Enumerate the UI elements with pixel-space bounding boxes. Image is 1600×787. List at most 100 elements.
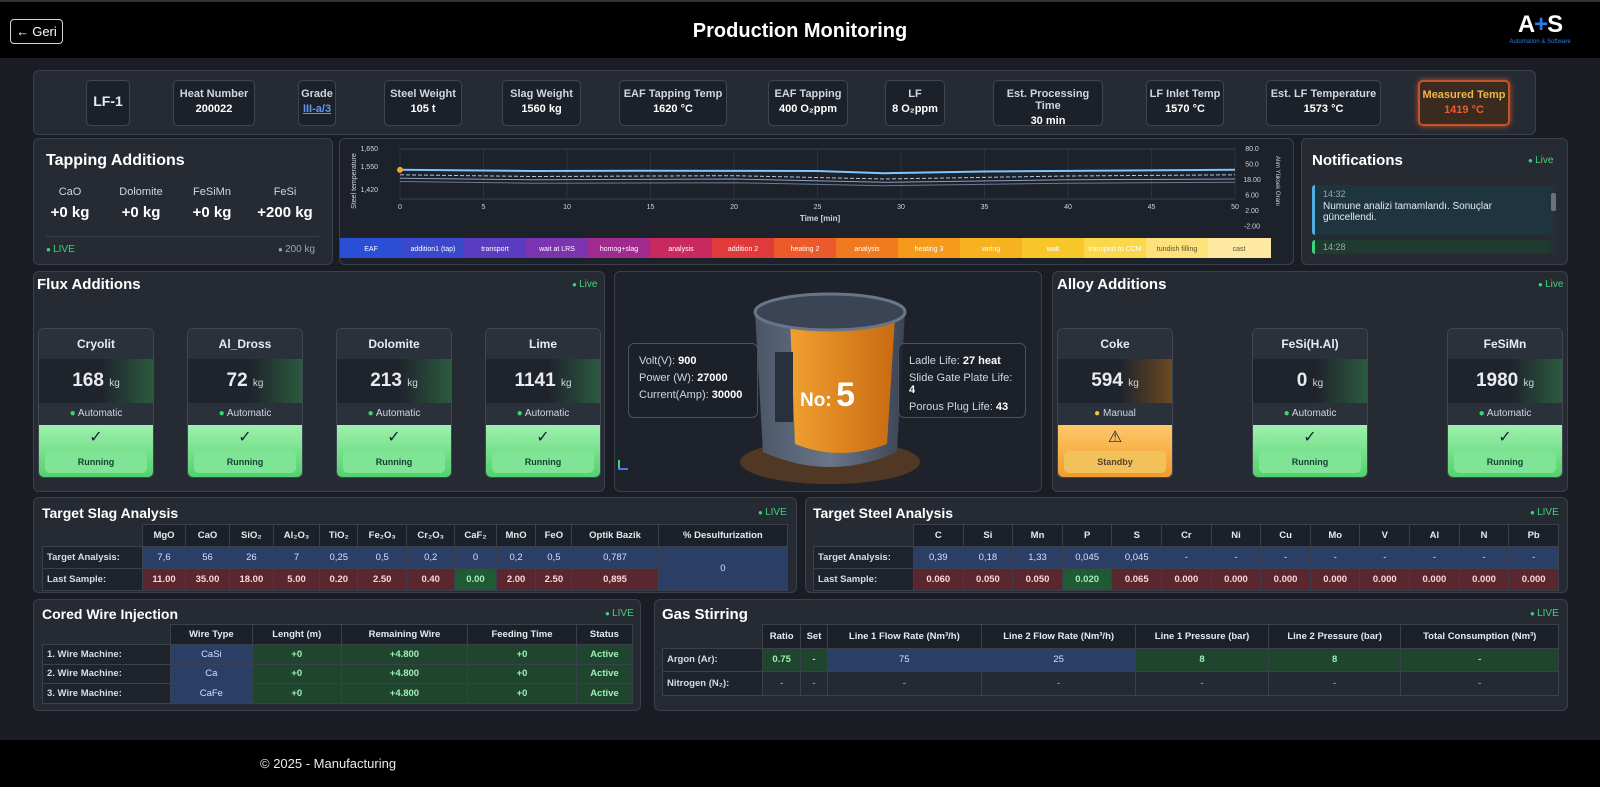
card-status-button[interactable]: Running	[1454, 451, 1556, 473]
notifications-scrollbar[interactable]	[1551, 185, 1556, 255]
status-dot-icon: ●	[1094, 408, 1103, 419]
table-cell: 26	[228, 546, 274, 569]
column-header: Line 2 Pressure (bar)	[1267, 624, 1402, 649]
stat-label: CaO	[58, 186, 82, 198]
card-status-button[interactable]: Running	[194, 451, 296, 473]
param-label: Ladle Life:	[909, 355, 960, 367]
card-amount: 213 kg	[337, 359, 451, 403]
table-cell: 8	[1267, 647, 1402, 673]
info-chip-steel-weight: Steel Weight 105 t	[384, 80, 462, 126]
card-status-button[interactable]: Running	[343, 451, 445, 473]
y-tick-label: 1,650	[360, 146, 378, 153]
table-row: Argon (Ar): 0.75-75 25 8 8-	[662, 647, 1559, 673]
x-tick-label: 30	[897, 204, 905, 211]
table-cell: +0	[467, 643, 577, 665]
chip-label: Est. LF Temperature	[1270, 88, 1377, 100]
column-header: SiO₂	[228, 524, 274, 547]
table-cell: 0,5	[357, 546, 408, 569]
x-tick-label: 0	[398, 204, 402, 211]
tapping-item: Dolomite +0 kg	[113, 186, 169, 221]
slag-title: Target Slag Analysis	[42, 505, 179, 521]
chip-value[interactable]: III-a/3	[299, 103, 335, 115]
card-mode: ● Automatic	[39, 403, 153, 425]
status-dot-icon: ●	[69, 408, 78, 419]
table-cell: 0.75	[761, 647, 802, 673]
tapping-item: FeSi +200 kg	[255, 186, 315, 221]
card-amount-value: 0	[1296, 370, 1308, 391]
furnace-param: Current(Amp): 30000	[639, 389, 747, 401]
stat-label: FeSi	[273, 186, 297, 198]
column-header: N	[1458, 524, 1510, 547]
flux-card-dolomite[interactable]: Dolomite 213 kg ● Automatic ✓ Running	[336, 328, 452, 478]
table-cell: -	[980, 671, 1137, 696]
card-amount-unit: kg	[407, 378, 418, 389]
column-header: MgO	[141, 524, 187, 547]
notifications-title: Notifications	[1312, 152, 1403, 169]
tapping-title: Tapping Additions	[46, 152, 185, 169]
card-mode-label: Manual	[1103, 408, 1136, 419]
furnace-param: Ladle Life: 27 heat	[909, 355, 1015, 367]
alloy-title: Alloy Additions	[1057, 276, 1167, 293]
card-status-area: ⚠ Standby	[1058, 425, 1172, 477]
table-cell: 0.020	[1061, 568, 1113, 591]
row-label: Last Sample:	[813, 568, 914, 591]
table-cell: 0.000	[1260, 568, 1311, 591]
table-cell: -	[761, 671, 802, 696]
card-status-button[interactable]: Standby	[1064, 451, 1166, 473]
row-label: Target Analysis:	[42, 546, 143, 569]
unit-label: LF-1	[93, 93, 123, 109]
info-chip-grade[interactable]: Grade III-a/3	[298, 80, 336, 126]
header-spacer	[663, 625, 763, 649]
tapping-total-value: 200 kg	[285, 244, 316, 255]
y2-tick-label: 50.0	[1245, 162, 1259, 169]
info-chip-lf-inlet-temp: LF Inlet Temp 1570 °C	[1146, 80, 1224, 126]
dot-icon: ●	[278, 245, 286, 254]
flux-card-cryolit[interactable]: Cryolit 168 kg ● Automatic ✓ Running	[38, 328, 154, 478]
phase-label: transport to CCM	[1088, 246, 1141, 253]
check-icon: ✓	[387, 429, 401, 446]
temperature-chart: 0 5 10 15 20 25 30 35 40 45 50 1,650 1,550 1,420 80.0 5…	[340, 146, 1280, 258]
x-tick-label: 10	[563, 204, 571, 211]
tapping-item: CaO +0 kg	[50, 186, 90, 221]
card-amount-unit: kg	[1128, 378, 1139, 389]
card-status-button[interactable]: Running	[492, 451, 594, 473]
phase-label: analysis	[668, 246, 694, 253]
x-tick-label: 5	[482, 204, 486, 211]
notification-item[interactable]: 14:32 Numune analizi tamamlandı. Sonuçlar…	[1312, 185, 1551, 235]
column-header: Al₂O₃	[272, 524, 321, 547]
logo-subtitle: Automation & Software	[1509, 39, 1571, 45]
company-logo: A+S Automation & Software	[1500, 12, 1580, 52]
card-mode: ● Automatic	[1253, 403, 1367, 425]
ladle-number-value: 5	[836, 376, 856, 414]
table-row: Nitrogen (N₂): - - - - - - -	[662, 671, 1559, 696]
alloy-card-fesi-h-al-[interactable]: FeSi(H.Al) 0 kg ● Automatic ✓ Running	[1252, 328, 1368, 478]
card-status-button[interactable]: Running	[1259, 451, 1361, 473]
flux-card-lime[interactable]: Lime 1141 kg ● Automatic ✓ Running	[485, 328, 601, 478]
alloy-card-fesimn[interactable]: FeSiMn 1980 kg ● Automatic ✓ Running	[1447, 328, 1563, 478]
row-label: 1. Wire Machine:	[42, 643, 171, 665]
table-cell: 0.065	[1111, 568, 1163, 591]
steel-title: Target Steel Analysis	[813, 505, 954, 521]
furnace-param: Porous Plug Life: 43	[909, 401, 1015, 413]
phase-label: wait at LRS	[538, 246, 575, 253]
notification-item[interactable]: 14:28	[1312, 240, 1551, 254]
table-cell: CaFe	[170, 683, 253, 704]
warning-icon: ⚠	[1107, 429, 1123, 446]
column-header: CaF₂	[454, 524, 497, 547]
table-cell: -	[1508, 546, 1559, 569]
column-header: S	[1111, 524, 1163, 547]
stat-label: FeSiMn	[193, 186, 231, 198]
column-header: Status	[575, 624, 634, 645]
y-tick-label: 1,420	[360, 187, 378, 194]
alloy-card-coke[interactable]: Coke 594 kg ● Manual ⚠ Standby	[1057, 328, 1173, 478]
flux-card-al-dross[interactable]: Al_Dross 72 kg ● Automatic ✓ Running	[187, 328, 303, 478]
table-row: 1. Wire Machine: CaSi +0 +4.800 +0 Active	[42, 643, 634, 665]
chip-label: Slag Weight	[510, 88, 573, 100]
notification-time: 14:32	[1323, 189, 1346, 199]
process-chart-panel: 0 5 10 15 20 25 30 35 40 45 50 1,650 1,550 1,420 80.0 5…	[339, 138, 1294, 265]
chip-value: 105 t	[410, 103, 436, 115]
card-status-button[interactable]: Running	[45, 451, 147, 473]
column-header: Total Consumption (Nm³)	[1400, 624, 1559, 649]
table-cell: -	[1161, 546, 1212, 569]
column-header: Feeding Time	[467, 624, 577, 645]
